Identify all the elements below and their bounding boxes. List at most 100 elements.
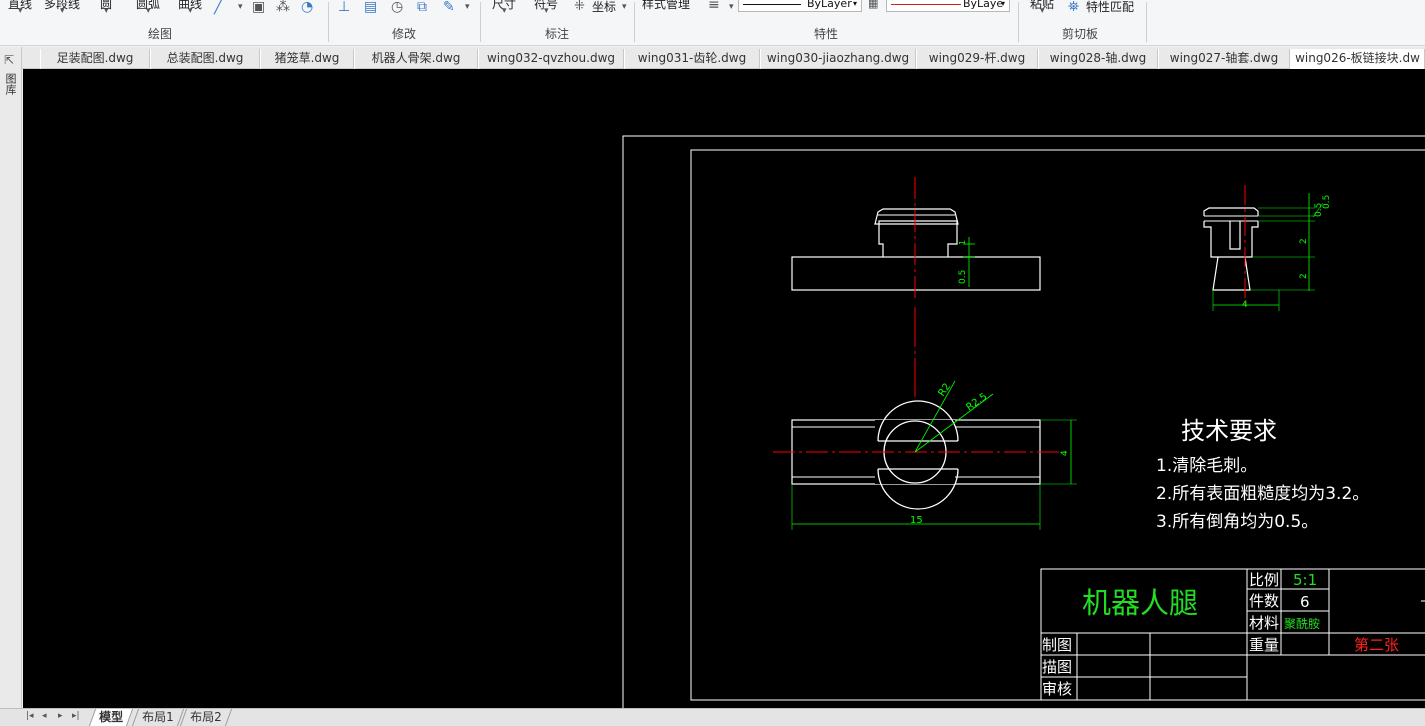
material-label: 材料 <box>1249 614 1279 632</box>
dim-text: 4 <box>1060 450 1070 456</box>
match-properties-label: 特性匹配 <box>1086 0 1135 14</box>
side-view-slot <box>1229 221 1241 250</box>
coordinate-dim-icon[interactable]: ⁜ <box>574 0 585 14</box>
tab-label: 足装配图.dwg <box>56 51 134 65</box>
first-layout-icon[interactable]: |◂ <box>26 711 34 721</box>
region-tool-icon[interactable]: ◔ <box>301 0 313 15</box>
tech-requirements-title: 技术要求 <box>1181 417 1277 445</box>
tab-label: 模型 <box>99 710 124 724</box>
tab-pitcher-plant[interactable]: 猪笼草.dwg <box>260 49 354 69</box>
drawn-by-label: 制图 <box>1042 636 1072 654</box>
top-view: 1 0.5 <box>791 177 1041 301</box>
color-preview <box>891 4 961 5</box>
tech-requirement-item: 2.所有表面粗糙度均为3.2。 <box>1156 484 1369 504</box>
tab-label: wing030-jiaozhang.dwg <box>766 51 910 65</box>
dropdown-arrow-icon[interactable]: ▾ <box>465 2 470 12</box>
edit-tool-icon[interactable]: ✎ <box>443 0 455 15</box>
dropdown-arrow-icon[interactable]: ▾ <box>60 6 65 16</box>
top-view-boss <box>878 220 958 257</box>
side-view-top <box>1203 207 1259 216</box>
dim-text: 0.5 <box>958 270 968 284</box>
dropdown-arrow-icon: ▾ <box>1001 0 1006 8</box>
match-properties-icon[interactable]: ⛯ <box>1068 0 1079 15</box>
dim-text: 1 <box>958 240 967 245</box>
tab-foot-assembly[interactable]: 足装配图.dwg <box>40 49 150 69</box>
tab-label: wing031-齿轮.dwg <box>637 51 747 65</box>
tab-label: 布局1 <box>142 710 174 724</box>
group-separator <box>634 2 635 42</box>
dropdown-arrow-icon[interactable]: ▾ <box>622 2 627 12</box>
technical-requirements: 技术要求 1.清除毛刺。 2.所有表面粗糙度均为3.2。 3.所有倒角均为0.5… <box>1156 417 1369 532</box>
tab-robot-skeleton[interactable]: 机器人骨架.dwg <box>354 49 478 69</box>
dropdown-arrow-icon: ▾ <box>853 0 858 8</box>
tab-label: 布局2 <box>190 710 222 724</box>
tech-requirement-item: 3.所有倒角均为0.5。 <box>1156 512 1318 532</box>
clipboard-group-label: 剪切板 <box>1062 27 1099 41</box>
color-swatch-icon[interactable]: ▦ <box>868 0 878 10</box>
group-separator <box>1146 2 1147 42</box>
rotate-tool-icon[interactable]: ◷ <box>391 0 403 15</box>
move-tool-icon[interactable]: ⊥ <box>338 0 350 15</box>
linetype-select[interactable]: ByLayer ▾ <box>738 0 862 12</box>
scale-value: 5:1 <box>1293 571 1317 589</box>
tab-layout1[interactable]: 布局1 <box>131 709 184 726</box>
tab-label: wing028-轴.dwg <box>1049 51 1147 65</box>
construction-line-icon[interactable]: ╱ <box>214 0 222 15</box>
copy-tool-icon[interactable]: ▤ <box>364 0 377 15</box>
tab-label: wing027-轴套.dwg <box>1169 51 1279 65</box>
linetype-value: ByLayer <box>807 0 852 10</box>
sheet-number: 第二张 <box>1354 636 1399 654</box>
tab-wing031[interactable]: wing031-齿轮.dwg <box>624 49 760 69</box>
color-select[interactable]: ByLaye ▾ <box>886 0 1010 12</box>
left-tool-palette: ⇱ 图库 <box>0 47 22 710</box>
tab-wing032[interactable]: wing032-qvzhou.dwg <box>478 49 624 69</box>
tab-wing028[interactable]: wing028-轴.dwg <box>1038 49 1158 69</box>
dropdown-arrow-icon[interactable]: ▾ <box>146 6 151 16</box>
tab-main-assembly[interactable]: 总装配图.dwg <box>150 49 260 69</box>
quantity-value: 6 <box>1300 593 1310 611</box>
tab-label: wing032-qvzhou.dwg <box>486 51 616 65</box>
style-manager-label: 样式管理 <box>642 0 691 11</box>
dropdown-arrow-icon[interactable]: ▾ <box>104 6 109 16</box>
tech-requirement-item: 1.清除毛刺。 <box>1156 456 1257 476</box>
dropdown-arrow-icon[interactable]: ▾ <box>729 2 734 12</box>
traced-by-label: 描图 <box>1042 658 1072 676</box>
hatch-tool-icon[interactable]: ⁂ <box>276 0 290 15</box>
tab-label: 猪笼草.dwg <box>274 51 340 65</box>
coordinate-tool-label: 坐标 <box>592 0 617 14</box>
lineweight-icon[interactable]: ≡ <box>708 0 720 13</box>
checked-by-label: 审核 <box>1042 680 1072 698</box>
dim-text: R2.5 <box>964 391 989 413</box>
dim-text: 4 <box>1242 300 1248 310</box>
last-layout-icon[interactable]: ▸| <box>72 711 80 721</box>
top-view-cap <box>874 208 959 225</box>
library-panel-label[interactable]: 图库 <box>4 73 17 95</box>
drawing-canvas[interactable]: 1 0.5 0.5 0.5 2 2 4 R2 R2.5 4 15 技术要求 1.… <box>23 69 1425 710</box>
annotate-group-label: 标注 <box>545 27 570 41</box>
dropdown-arrow-icon[interactable]: ▾ <box>18 6 23 16</box>
dropdown-arrow-icon[interactable]: ▾ <box>502 6 507 16</box>
tab-wing027[interactable]: wing027-轴套.dwg <box>1158 49 1290 69</box>
modify-group-label: 修改 <box>392 27 417 41</box>
tab-wing030[interactable]: wing030-jiaozhang.dwg <box>760 49 916 69</box>
ribbon: 直线 多段线 圆 圆弧 曲线 ▾ ▾ ▾ ▾ ▾ ╱ ▾ ▣ ⁂ ◔ 绘图 ⊥ … <box>0 0 1425 46</box>
side-view-body <box>1203 221 1259 258</box>
tab-wing029[interactable]: wing029-杆.dwg <box>916 49 1038 69</box>
tab-label: wing029-杆.dwg <box>928 51 1026 65</box>
tab-model[interactable]: 模型 <box>88 709 134 726</box>
title-block: 机器人腿 比例 5:1 件数 6 材料 聚酰胺 重量 第二张 制图 描图 审核 <box>1040 568 1425 701</box>
linetype-preview <box>743 4 801 5</box>
draw-group-label: 绘图 <box>148 27 173 41</box>
pin-icon[interactable]: ⇱ <box>4 53 14 67</box>
rectangle-tool-icon[interactable]: ▣ <box>252 0 265 15</box>
dropdown-arrow-icon[interactable]: ▾ <box>544 6 549 16</box>
dim-text: 15 <box>910 515 923 526</box>
tab-layout2[interactable]: 布局2 <box>179 709 232 726</box>
dropdown-arrow-icon[interactable]: ▾ <box>238 2 243 12</box>
scale-tool-icon[interactable]: ⧉ <box>417 0 427 15</box>
prev-layout-icon[interactable]: ◂ <box>42 711 47 721</box>
tab-wing026-active[interactable]: wing026-板链接块.dw <box>1290 49 1425 69</box>
dropdown-arrow-icon[interactable]: ▾ <box>188 6 193 16</box>
dropdown-arrow-icon[interactable]: ▾ <box>1040 6 1045 16</box>
next-layout-icon[interactable]: ▸ <box>58 711 63 721</box>
